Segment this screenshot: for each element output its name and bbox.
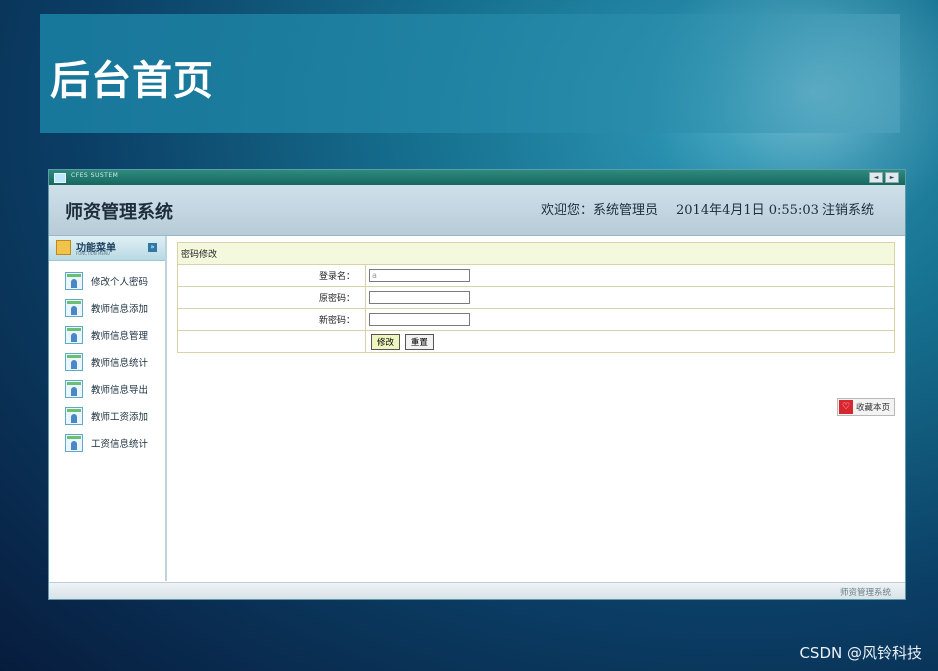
window-titlebar: CFES SUSTEM ◄ ►	[49, 170, 905, 185]
new-password-cell	[365, 308, 895, 331]
window-forward-button[interactable]: ►	[885, 172, 899, 183]
sidebar-item-salary-stats[interactable]: 工资信息统计	[49, 429, 165, 456]
window-nav-buttons: ◄ ►	[869, 172, 899, 183]
menu-header: 功能菜单 FUNCTION MENU »	[49, 236, 165, 261]
menu-subtitle: FUNCTION MENU	[76, 251, 110, 256]
username-label: 登录名：	[177, 264, 366, 287]
actions-spacer	[177, 330, 366, 353]
submit-button[interactable]: 修改	[371, 333, 401, 350]
sidebar-item-teacher-manage[interactable]: 教师信息管理	[49, 321, 165, 348]
system-title: 师资管理系统	[65, 202, 173, 223]
main-content: 密码修改 登录名： 原密码： 新密码：	[177, 242, 895, 353]
window-back-button[interactable]: ◄	[869, 172, 883, 183]
user-card-icon	[65, 406, 83, 425]
new-password-field[interactable]	[369, 313, 470, 326]
reset-button[interactable]: 重置	[404, 333, 434, 350]
sidebar-item-teacher-add[interactable]: 教师信息添加	[49, 294, 165, 321]
window-app-icon	[54, 173, 66, 183]
csdn-watermark: CSDN @风铃科技	[799, 644, 922, 662]
current-datetime: 2014年4月1日 0:55:03	[676, 203, 819, 218]
sidebar-item-teacher-stats[interactable]: 教师信息统计	[49, 348, 165, 375]
username-field[interactable]	[369, 269, 470, 282]
old-password-cell	[365, 286, 895, 309]
password-form: 密码修改 登录名： 原密码： 新密码：	[177, 242, 895, 353]
actions-cell: 修改 重置	[365, 330, 895, 353]
menu-list: 修改个人密码 教师信息添加 教师信息管理 教师信息统计 教师信息导出 教师工资添…	[49, 267, 165, 456]
sidebar-item-salary-add[interactable]: 教师工资添加	[49, 402, 165, 429]
sidebar-item-label: 教师信息统计	[91, 357, 149, 369]
bookmark-label: 收藏本页	[856, 403, 891, 413]
heart-icon: ♡	[839, 400, 853, 414]
old-password-field[interactable]	[369, 291, 470, 304]
username-cell	[365, 264, 895, 287]
sidebar-item-label: 教师工资添加	[91, 411, 149, 423]
sidebar-item-label: 教师信息导出	[91, 384, 149, 396]
sidebar-item-label: 修改个人密码	[91, 276, 149, 288]
user-card-icon	[65, 379, 83, 398]
sidebar-item-teacher-export[interactable]: 教师信息导出	[49, 375, 165, 402]
new-password-label: 新密码：	[177, 308, 366, 331]
user-card-icon	[65, 433, 83, 452]
window-title-text: CFES SUSTEM	[71, 172, 119, 179]
user-card-icon	[65, 325, 83, 344]
menu-folder-icon	[56, 240, 71, 255]
user-card-icon	[65, 298, 83, 317]
sidebar-item-change-password[interactable]: 修改个人密码	[49, 267, 165, 294]
sidebar-item-label: 工资信息统计	[91, 438, 149, 450]
bookmark-button[interactable]: ♡ 收藏本页	[837, 398, 896, 416]
app-header: 师资管理系统 欢迎您：系统管理员 2014年4月1日 0:55:03 注销系统	[49, 185, 905, 236]
old-password-label: 原密码：	[177, 286, 366, 309]
welcome-text: 欢迎您：系统管理员	[541, 203, 659, 218]
sidebar-item-label: 教师信息管理	[91, 330, 149, 342]
footer-text: 师资管理系统	[839, 588, 891, 598]
app-footer: 师资管理系统	[49, 582, 905, 599]
sidebar: 功能菜单 FUNCTION MENU » 修改个人密码 教师信息添加 教师信息管…	[49, 236, 167, 581]
menu-collapse-icon[interactable]: »	[148, 243, 157, 252]
logout-link[interactable]: 注销系统	[822, 199, 874, 218]
form-caption: 密码修改	[177, 242, 895, 265]
user-card-icon	[65, 352, 83, 371]
sidebar-item-label: 教师信息添加	[91, 303, 149, 315]
app-window: CFES SUSTEM ◄ ► 师资管理系统 欢迎您：系统管理员 2014年4月…	[48, 169, 906, 600]
user-card-icon	[65, 271, 83, 290]
slide-title: 后台首页	[50, 58, 214, 104]
